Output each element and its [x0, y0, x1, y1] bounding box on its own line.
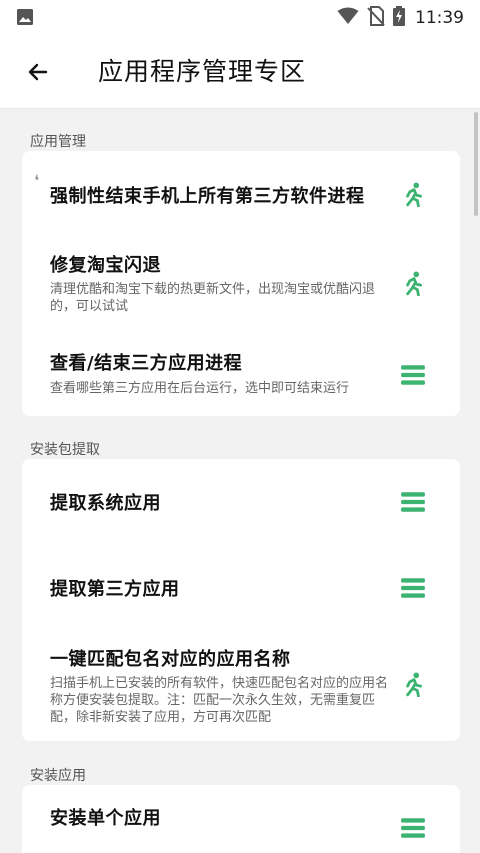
run-icon [406, 182, 422, 207]
section-header-install-apps: 安装应用 [30, 768, 86, 784]
menu-icon [401, 578, 425, 598]
menu-icon [401, 492, 425, 512]
scrollbar[interactable] [474, 112, 478, 216]
item-title: 一键匹配包名对应的应用名称 [50, 649, 291, 670]
card-app-management: ❛ 强制性结束手机上所有第三方软件进程 修复淘宝闪退 清理优酷和淘宝下载的热更新… [22, 151, 460, 416]
item-title: 提取第三方应用 [50, 579, 180, 600]
app-bar: 应用程序管理专区 [0, 34, 480, 109]
list-item-install-single-app[interactable]: 安装单个应用 [22, 785, 460, 853]
item-desc: 扫描手机上已安装的所有软件，快速匹配包名对应的应用名称方便安装包提取。注：匹配一… [50, 676, 389, 725]
wifi-icon [337, 7, 359, 29]
item-desc: 清理优酷和淘宝下载的热更新文件，出现淘宝或优酷闪退的，可以试试 [50, 282, 376, 314]
list-item-fix-taobao-crash[interactable]: 修复淘宝闪退 清理优酷和淘宝下载的热更新文件，出现淘宝或优酷闪退的，可以试试 [22, 237, 460, 329]
menu-icon [401, 365, 425, 385]
item-desc: 查看哪些第三方应用在后台运行，选中即可结束运行 [50, 381, 350, 396]
section-header-apk-extract: 安装包提取 [30, 442, 100, 458]
battery-charging-icon [393, 6, 405, 30]
item-title: 修复淘宝闪退 [50, 255, 161, 276]
list-item-extract-third-party-apps[interactable]: 提取第三方应用 [22, 545, 460, 631]
menu-icon [401, 818, 425, 838]
section-header-app-management: 应用管理 [30, 134, 86, 150]
no-sim-icon [367, 6, 385, 30]
page-title: 应用程序管理专区 [98, 57, 307, 86]
run-icon [406, 672, 422, 697]
status-bar: 11:39 [0, 0, 480, 34]
item-title: 提取系统应用 [50, 493, 161, 514]
item-title: 查看/结束三方应用进程 [50, 353, 243, 374]
list-item-match-package-names[interactable]: 一键匹配包名对应的应用名称 扫描手机上已安装的所有软件，快速匹配包名对应的应用名… [22, 631, 460, 741]
card-install-apps: 安装单个应用 [22, 785, 460, 853]
item-title: 安装单个应用 [50, 808, 161, 829]
card-apk-extract: 提取系统应用 提取第三方应用 一键匹配包名对应的应用名称 扫描手机上已安装的所有… [22, 459, 460, 741]
item-title: 强制性结束手机上所有第三方软件进程 [50, 186, 365, 207]
run-icon [406, 271, 422, 296]
list-item-view-third-party-processes[interactable]: 查看/结束三方应用进程 查看哪些第三方应用在后台运行，选中即可结束运行 [22, 335, 460, 416]
back-button[interactable] [20, 54, 56, 90]
list-item-force-stop-all[interactable]: 强制性结束手机上所有第三方软件进程 [22, 151, 460, 237]
image-notification-icon [16, 8, 34, 30]
clock-time: 11:39 [415, 8, 464, 28]
list-item-extract-system-apps[interactable]: 提取系统应用 [22, 459, 460, 545]
arrow-left-icon [28, 63, 48, 81]
